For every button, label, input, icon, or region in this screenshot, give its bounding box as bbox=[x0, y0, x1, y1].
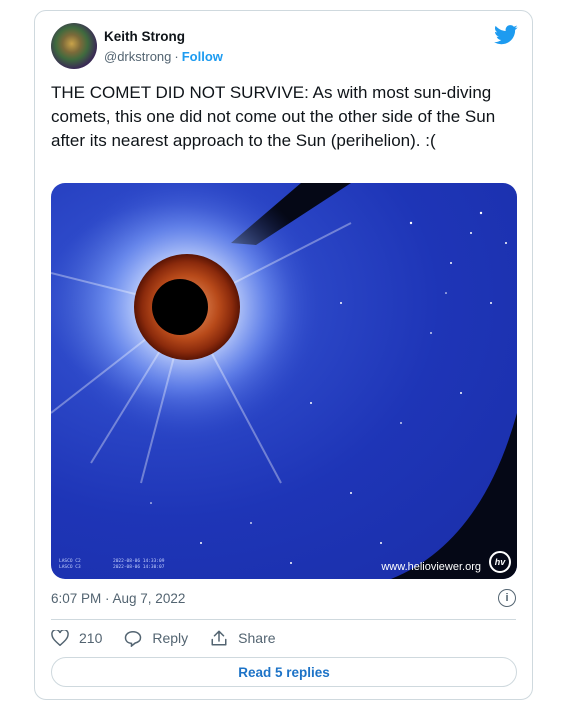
instrument-dates: 2022-08-06 14:33:09 2022-08-06 14:30:07 bbox=[113, 559, 164, 571]
like-count: 210 bbox=[79, 630, 103, 646]
divider bbox=[51, 619, 516, 620]
share-button[interactable]: Share bbox=[210, 629, 276, 647]
separator-dot: · bbox=[174, 49, 179, 64]
date-c3: 2022-08-06 14:30:07 bbox=[113, 565, 165, 570]
helioviewer-logo: hv bbox=[489, 551, 511, 573]
avatar[interactable] bbox=[51, 23, 97, 69]
coronagraph-image bbox=[51, 183, 517, 579]
info-icon[interactable]: i bbox=[498, 589, 516, 607]
twitter-bird-icon[interactable] bbox=[494, 25, 518, 45]
read-replies-button[interactable]: Read 5 replies bbox=[51, 657, 517, 687]
share-label: Share bbox=[238, 630, 276, 646]
action-bar: 210 Reply Share bbox=[51, 628, 298, 648]
reply-button[interactable]: Reply bbox=[124, 630, 188, 647]
like-button[interactable]: 210 bbox=[51, 630, 102, 646]
instrument-labels: LASCO C2 LASCO C3 bbox=[59, 559, 81, 571]
share-icon bbox=[211, 630, 227, 646]
image-watermark: www.helioviewer.org bbox=[381, 561, 481, 573]
tweet-image[interactable]: LASCO C2 LASCO C3 2022-08-06 14:33:09 20… bbox=[51, 183, 517, 579]
tweet-text: THE COMET DID NOT SURVIVE: As with most … bbox=[51, 83, 496, 150]
author-handle[interactable]: @drkstrong bbox=[104, 49, 171, 64]
author-name[interactable]: Keith Strong bbox=[104, 29, 185, 44]
reply-bubble-icon bbox=[125, 630, 142, 647]
author-handle-row: @drkstrong · Follow bbox=[104, 49, 223, 64]
reply-label: Reply bbox=[152, 630, 189, 646]
tweet-timestamp[interactable]: 6:07 PM · Aug 7, 2022 bbox=[51, 591, 185, 606]
instrument-label-c3: LASCO C3 bbox=[59, 565, 81, 570]
follow-link[interactable]: Follow bbox=[182, 49, 223, 64]
heart-icon bbox=[51, 630, 69, 646]
tweet-card: Keith Strong @drkstrong · Follow THE COMET… bbox=[34, 10, 533, 700]
